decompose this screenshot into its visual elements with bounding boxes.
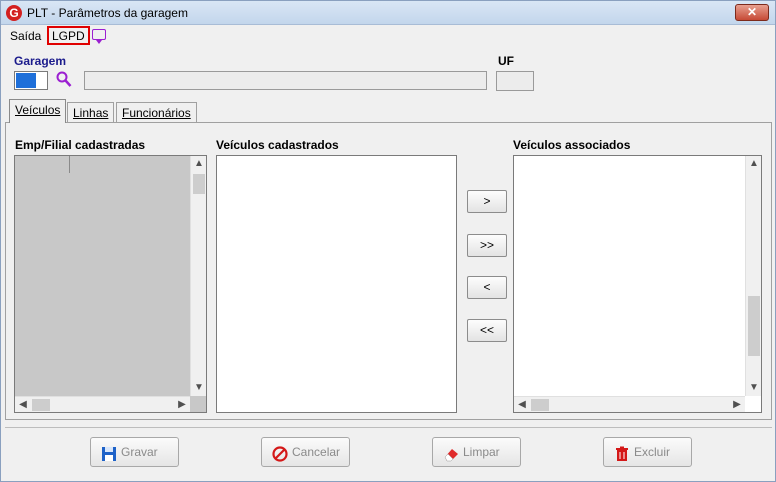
trash-icon (614, 444, 630, 461)
emp-filial-list[interactable]: ▲ ▼ ◀ ▶ (14, 155, 207, 413)
excluir-button[interactable]: Excluir (603, 437, 692, 467)
uf-label: UF (498, 54, 514, 68)
footer-divider (5, 427, 772, 428)
menu-bar: Saída LGPD (1, 26, 775, 46)
add-all-button[interactable]: >> (467, 234, 507, 257)
tab-label: Veículos (15, 103, 61, 117)
garagem-description-field[interactable] (84, 71, 487, 90)
search-icon[interactable] (56, 71, 72, 89)
garagem-label: Garagem (14, 54, 67, 68)
scroll-right-icon[interactable]: ▶ (174, 397, 190, 413)
column-divider (69, 156, 70, 173)
menu-lgpd[interactable]: LGPD (47, 26, 90, 45)
vertical-scrollbar[interactable]: ▲ ▼ (745, 156, 761, 396)
selection-highlight (16, 73, 36, 88)
emp-filial-label: Emp/Filial cadastradas (15, 138, 146, 152)
app-window: G PLT - Parâmetros da garagem ✕ Saída LG… (0, 0, 776, 482)
scroll-right-icon[interactable]: ▶ (729, 397, 745, 413)
gravar-button[interactable]: Gravar (90, 437, 179, 467)
gravar-label: Gravar (121, 445, 158, 459)
tab-panel: Emp/Filial cadastradas Veículos cadastra… (5, 122, 772, 420)
remove-all-button[interactable]: << (467, 319, 507, 342)
uf-field[interactable] (496, 71, 534, 91)
scroll-thumb[interactable] (193, 174, 205, 194)
remove-button[interactable]: < (467, 276, 507, 299)
cancelar-button[interactable]: Cancelar (261, 437, 350, 467)
veiculos-cadastrados-label: Veículos cadastrados (216, 138, 339, 152)
scroll-left-icon[interactable]: ◀ (15, 397, 31, 413)
close-button[interactable]: ✕ (735, 4, 769, 21)
scroll-thumb[interactable] (32, 399, 50, 411)
app-logo-icon: G (6, 5, 22, 21)
scroll-up-icon[interactable]: ▲ (191, 156, 207, 172)
add-button[interactable]: > (467, 190, 507, 213)
veiculos-associados-label: Veículos associados (513, 138, 631, 152)
tab-veiculos[interactable]: Veículos (9, 99, 67, 123)
tab-linhas[interactable]: Linhas (67, 102, 115, 123)
vertical-scrollbar[interactable]: ▲ ▼ (190, 156, 206, 396)
garagem-code-field[interactable] (14, 71, 48, 90)
limpar-button[interactable]: Limpar (432, 437, 521, 467)
veiculos-associados-list[interactable]: ▲ ▼ ◀ ▶ (513, 155, 762, 413)
horizontal-scrollbar[interactable]: ◀ ▶ (514, 396, 745, 412)
menu-saida[interactable]: Saída (10, 29, 41, 43)
scroll-down-icon[interactable]: ▼ (191, 380, 207, 396)
excluir-label: Excluir (634, 445, 671, 459)
cancel-icon (272, 444, 288, 462)
tab-label: Funcionários (122, 106, 191, 120)
scroll-thumb[interactable] (748, 296, 760, 356)
scroll-up-icon[interactable]: ▲ (746, 156, 762, 172)
tab-label: Linhas (73, 106, 109, 120)
cancelar-label: Cancelar (292, 445, 341, 459)
tab-funcionarios[interactable]: Funcionários (116, 102, 197, 123)
eraser-icon (443, 444, 459, 462)
veiculos-cadastrados-list[interactable] (216, 155, 457, 413)
chat-icon[interactable] (92, 29, 106, 44)
scroll-left-icon[interactable]: ◀ (514, 397, 530, 413)
save-icon (101, 444, 117, 461)
horizontal-scrollbar[interactable]: ◀ ▶ (15, 396, 190, 412)
window-title: PLT - Parâmetros da garagem (27, 6, 188, 20)
limpar-label: Limpar (463, 445, 500, 459)
scroll-thumb[interactable] (531, 399, 549, 411)
scroll-down-icon[interactable]: ▼ (746, 380, 762, 396)
title-bar: G PLT - Parâmetros da garagem ✕ (1, 1, 775, 25)
